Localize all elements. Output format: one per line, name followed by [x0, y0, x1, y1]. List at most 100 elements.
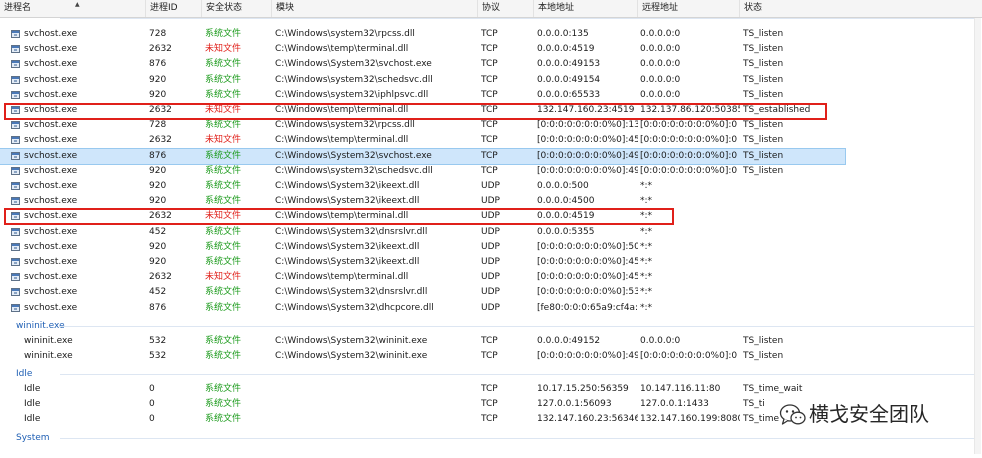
- table-row[interactable]: svchost.exe 2632 未知文件 C:\Windows\temp\termi…: [0, 133, 845, 148]
- column-header-remote-address[interactable]: 远程地址: [638, 0, 740, 17]
- table-row[interactable]: svchost.exe 920 系统文件 C:\Windows\System32\ik…: [0, 255, 845, 270]
- cell-protocol: TCP: [481, 29, 498, 39]
- cell-security: 系统文件: [205, 384, 242, 394]
- group-header-idle[interactable]: Idle: [16, 367, 32, 381]
- table-row[interactable]: svchost.exe 876 系统文件 C:\Windows\System32\dh…: [0, 301, 845, 316]
- process-window-icon: [11, 91, 20, 99]
- process-window-icon: [11, 258, 20, 266]
- cell-pid: 532: [149, 351, 167, 361]
- cell-module: C:\Windows\temp\terminal.dll: [275, 135, 409, 145]
- cell-module: C:\Windows\System32\dnsrslvr.dll: [275, 227, 428, 237]
- cell-state: TS_listen: [743, 59, 784, 69]
- cell-name: svchost.exe: [24, 272, 78, 282]
- cell-security: 未知文件: [205, 44, 242, 54]
- column-header-state[interactable]: 状态: [740, 0, 982, 17]
- table-row[interactable]: svchost.exe 920 系统文件 C:\Windows\system32\sc…: [0, 164, 845, 179]
- process-window-icon: [11, 167, 20, 175]
- table-row[interactable]: svchost.exe 920 系统文件 C:\Windows\system32\sc…: [0, 73, 845, 88]
- cell-protocol: TCP: [481, 44, 498, 54]
- column-header-process-name[interactable]: 进程名 ▲: [0, 0, 146, 17]
- cell-name: svchost.exe: [24, 75, 78, 85]
- cell-pid: 920: [149, 196, 167, 206]
- cell-security: 系统文件: [205, 399, 242, 409]
- cell-protocol: TCP: [481, 135, 498, 145]
- column-header-protocol[interactable]: 协议: [478, 0, 534, 17]
- table-row[interactable]: svchost.exe 920 系统文件 C:\Windows\system32\ip…: [0, 88, 845, 103]
- cell-state: [743, 285, 843, 300]
- cell-remote: [0:0:0:0:0:0:0:0%0]:0: [640, 351, 738, 361]
- table-row[interactable]: Idle 0 系统文件 TCP 132.147.160.23:56346 132.147.…: [0, 412, 845, 427]
- cell-protocol: UDP: [481, 287, 500, 297]
- process-window-icon: [11, 76, 20, 84]
- group-header-system[interactable]: System: [16, 431, 50, 445]
- cell-remote: 0.0.0.0:0: [640, 29, 681, 39]
- cell-name: wininit.exe: [24, 336, 73, 346]
- cell-pid: 920: [149, 242, 167, 252]
- cell-remote: *:*: [640, 196, 653, 206]
- cell-local: 0.0.0.0:4500: [537, 196, 595, 206]
- cell-name: svchost.exe: [24, 120, 78, 130]
- cell-pid: 920: [149, 257, 167, 267]
- cell-module: C:\Windows\system32\schedsvc.dll: [275, 75, 433, 85]
- cell-name: svchost.exe: [24, 181, 78, 191]
- cell-module: C:\Windows\temp\terminal.dll: [275, 272, 409, 282]
- cell-security: 系统文件: [205, 29, 242, 39]
- group-divider: [60, 438, 974, 439]
- cell-state: TS_listen: [743, 90, 784, 100]
- cell-name: svchost.exe: [24, 90, 78, 100]
- cell-protocol: TCP: [481, 90, 498, 100]
- cell-protocol: UDP: [481, 272, 500, 282]
- cell-remote: 0.0.0.0:0: [640, 44, 681, 54]
- table-row[interactable]: svchost.exe 2632 未知文件 C:\Windows\temp\termi…: [0, 42, 845, 57]
- table-row[interactable]: Idle 0 系统文件 TCP 127.0.0.1:56093 127.0.0.1:143…: [0, 397, 845, 412]
- cell-protocol: UDP: [481, 196, 500, 206]
- table-row[interactable]: svchost.exe 876 系统文件 C:\Windows\System32\sv…: [0, 148, 846, 165]
- cell-remote: 127.0.0.1:1433: [640, 399, 709, 409]
- table-row[interactable]: wininit.exe 532 系统文件 C:\Windows\System32\wi…: [0, 334, 845, 349]
- group-divider: [60, 374, 974, 375]
- cell-security: 系统文件: [205, 336, 242, 346]
- vertical-scrollbar[interactable]: [974, 18, 981, 454]
- table-header: 进程名 ▲ 进程ID 安全状态 模块 协议 本地地址 远程地址 状态: [0, 0, 982, 18]
- table-row[interactable]: wininit.exe 532 系统文件 C:\Windows\System32\wi…: [0, 349, 845, 364]
- cell-pid: 0: [149, 384, 155, 394]
- column-label: 协议: [482, 3, 501, 13]
- cell-pid: 728: [149, 120, 167, 130]
- table-row[interactable]: svchost.exe 452 系统文件 C:\Windows\System32\dn…: [0, 285, 845, 300]
- table-row[interactable]: svchost.exe 728 系统文件 C:\Windows\system32\rp…: [0, 27, 845, 42]
- process-window-icon: [11, 60, 20, 68]
- cell-pid: 452: [149, 227, 167, 237]
- column-header-security[interactable]: 安全状态: [202, 0, 272, 17]
- column-header-pid[interactable]: 进程ID: [146, 0, 202, 17]
- cell-local: 0.0.0.0:5355: [537, 227, 595, 237]
- cell-pid: 728: [149, 29, 167, 39]
- column-header-module[interactable]: 模块: [272, 0, 478, 17]
- cell-module: C:\Windows\System32\wininit.exe: [275, 351, 428, 361]
- table-row[interactable]: svchost.exe 920 系统文件 C:\Windows\System32\ik…: [0, 194, 845, 209]
- cell-pid: 2632: [149, 272, 172, 282]
- table-row[interactable]: svchost.exe 728 系统文件 C:\Windows\system32\rp…: [0, 118, 845, 133]
- cell-protocol: TCP: [481, 414, 498, 424]
- cell-state: [743, 301, 843, 316]
- cell-name: svchost.exe: [24, 59, 78, 69]
- process-window-icon: [11, 197, 20, 205]
- cell-protocol: TCP: [481, 151, 498, 161]
- cell-security: 系统文件: [205, 166, 242, 176]
- cell-state: TS_listen: [743, 336, 784, 346]
- group-divider: [60, 326, 974, 327]
- cell-protocol: TCP: [481, 384, 498, 394]
- cell-state: [743, 225, 843, 240]
- table-row[interactable]: svchost.exe 452 系统文件 C:\Windows\System32\dn…: [0, 225, 845, 240]
- column-header-local-address[interactable]: 本地地址: [534, 0, 638, 17]
- cell-remote: *:*: [640, 181, 653, 191]
- table-row[interactable]: svchost.exe 920 系统文件 C:\Windows\System32\ik…: [0, 179, 845, 194]
- table-row[interactable]: svchost.exe 876 系统文件 C:\Windows\System32\sv…: [0, 57, 845, 72]
- table-row[interactable]: svchost.exe 920 系统文件 C:\Windows\System32\ik…: [0, 240, 845, 255]
- cell-local: [0:0:0:0:0:0:0:0%0]:4519: [537, 135, 638, 145]
- table-row[interactable]: Idle 0 系统文件 TCP 10.17.15.250:56359 10.147.116…: [0, 382, 845, 397]
- table-row[interactable]: svchost.exe 2632 未知文件 C:\Windows\temp\termi…: [0, 270, 845, 285]
- process-window-icon: [11, 136, 20, 144]
- cell-state: TS_listen: [743, 151, 784, 161]
- group-header-wininit[interactable]: wininit.exe: [16, 319, 65, 333]
- cell-protocol: UDP: [481, 227, 500, 237]
